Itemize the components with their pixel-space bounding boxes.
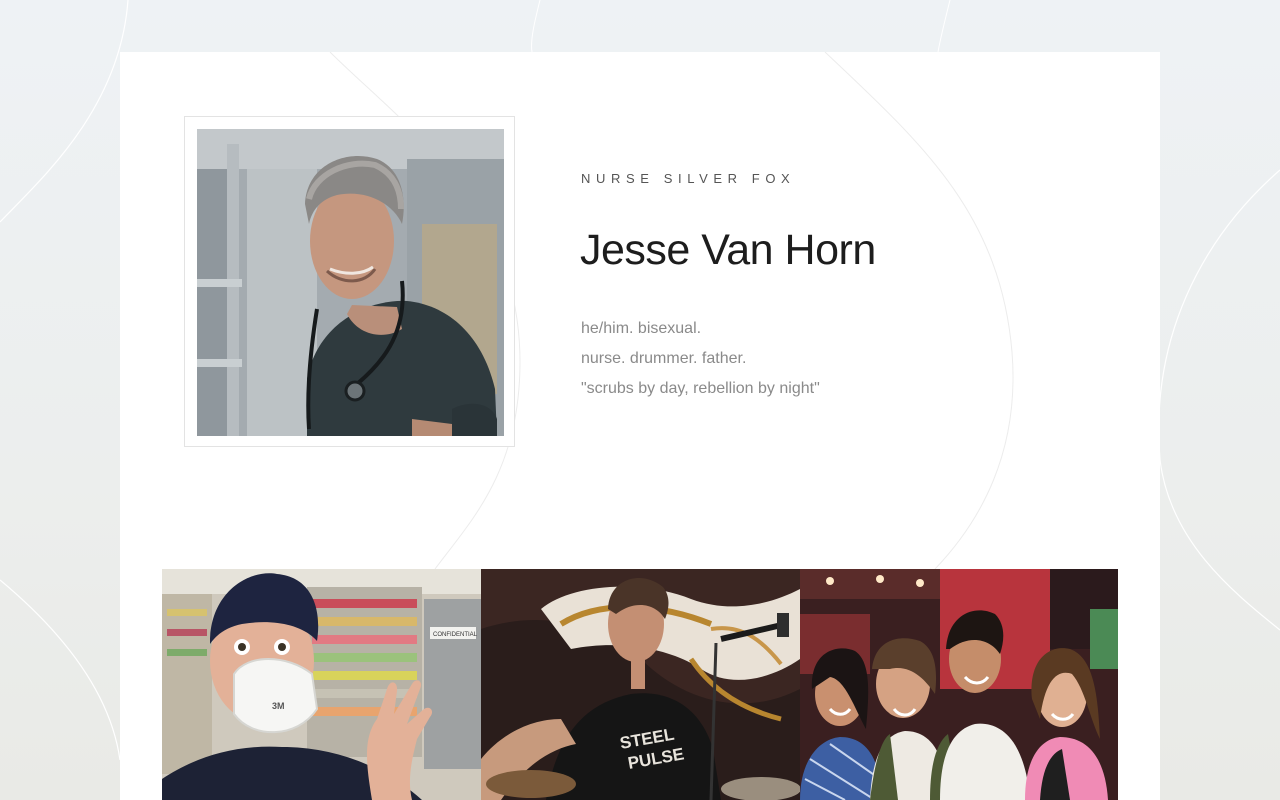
gallery-photo-friends[interactable] (800, 569, 1118, 800)
bio-line: "scrubs by day, rebellion by night" (581, 380, 820, 397)
svg-text:3M: 3M (272, 701, 285, 711)
photo-gallery: CONFIDENTIAL 3M STEEL PULSE (162, 569, 1118, 800)
bio-line: nurse. drummer. father. (581, 350, 747, 367)
portrait-frame (184, 116, 515, 447)
profile-card: NURSE SILVER FOX Jesse Van Horn he/him. … (120, 52, 1160, 800)
svg-text:CONFIDENTIAL: CONFIDENTIAL (433, 632, 478, 638)
profile-name: Jesse Van Horn (580, 226, 876, 274)
gallery-photo-drummer[interactable]: STEEL PULSE (481, 569, 800, 800)
profile-bio: he/him. bisexual. nurse. drummer. father… (581, 314, 820, 404)
profile-tagline: NURSE SILVER FOX (581, 171, 796, 186)
gallery-photo-selfie[interactable]: CONFIDENTIAL 3M (162, 569, 481, 800)
portrait-photo (197, 129, 504, 436)
bio-line: he/him. bisexual. (581, 320, 702, 337)
